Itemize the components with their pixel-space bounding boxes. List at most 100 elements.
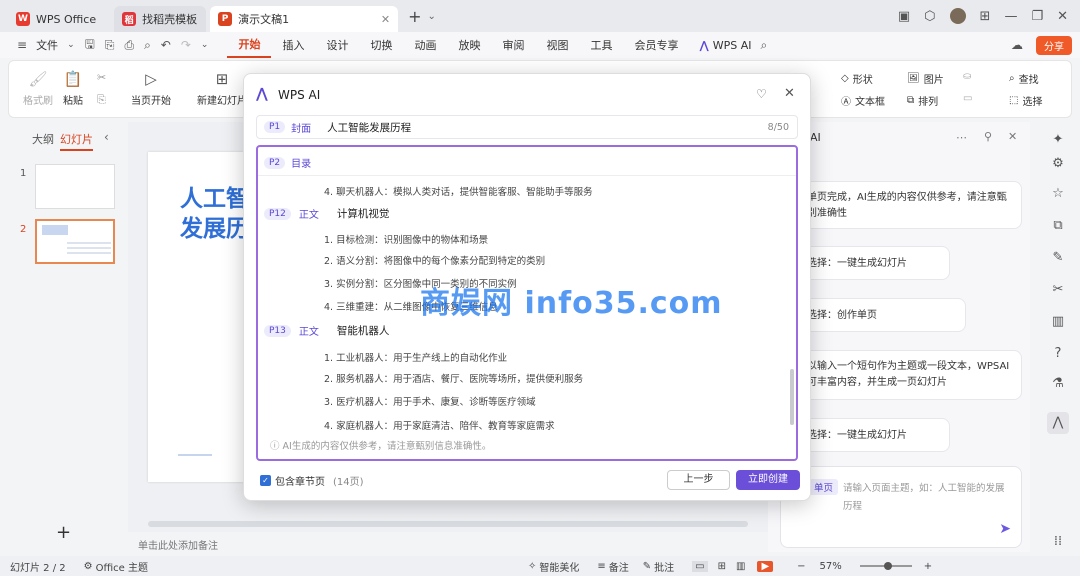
layout-icon[interactable]: ▣ — [898, 9, 910, 24]
zoom-slider[interactable] — [859, 562, 912, 570]
tab-template[interactable]: 稻 找稻壳模板 — [114, 6, 207, 32]
outline-item[interactable]: 2. 语义分割：将图像中的每个像素分配到特定的类别 — [324, 253, 545, 267]
arrange-button[interactable]: ⧉ 排列 — [907, 93, 938, 108]
close-panel-icon[interactable]: ✕ — [1008, 130, 1017, 143]
new-tab-button[interactable]: + — [408, 7, 421, 26]
menu-home[interactable]: 开始 — [227, 32, 272, 58]
format-painter-button[interactable]: 🖌 格式刷 — [23, 69, 53, 107]
ai-tool-icon[interactable]: ⋀ — [1047, 412, 1069, 434]
cover-title[interactable]: 人工智能发展历程 — [327, 120, 411, 135]
save-icon[interactable]: 🖫 — [80, 35, 100, 56]
new-slide-button[interactable]: ⊞ 新建幻灯片 — [197, 69, 247, 107]
outline-item[interactable]: 4. 家庭机器人：用于家庭清洁、陪伴、教育等家庭需求 — [324, 418, 555, 432]
cover-row[interactable]: P1 封面 人工智能发展历程 8/50 — [256, 115, 798, 139]
beautify-button[interactable]: 智能美化 — [539, 559, 579, 574]
slides-tab[interactable]: 幻灯片 — [60, 131, 93, 151]
cube-icon[interactable]: ⬡ — [924, 9, 935, 24]
cloud-icon[interactable]: ☁ — [1006, 38, 1028, 52]
add-slide-button[interactable]: + — [56, 522, 71, 543]
hamburger-icon[interactable]: ≡ — [12, 38, 32, 52]
outline-item[interactable]: 1. 工业机器人：用于生产线上的自动化作业 — [324, 350, 507, 364]
grid-icon[interactable]: ⊞ — [980, 9, 991, 24]
zoom-in-icon[interactable]: + — [924, 561, 932, 572]
close-tab-icon[interactable]: ✕ — [381, 13, 390, 26]
apps-icon[interactable]: ⁞⁞ — [1050, 534, 1066, 550]
vertical-scrollbar[interactable] — [790, 369, 794, 425]
chevron-down-icon[interactable]: ⌄ — [62, 40, 80, 50]
collapse-icon[interactable]: ‹ — [104, 130, 109, 144]
send-icon[interactable]: ➤ — [999, 521, 1011, 537]
outline-tab[interactable]: 大纲 — [32, 131, 54, 147]
normal-view-icon[interactable]: ▭ — [692, 560, 708, 572]
chevron-down-icon[interactable]: ⌄ — [196, 40, 214, 50]
notes-button[interactable]: 备注 — [609, 559, 629, 574]
fill-button[interactable]: ⛀ — [963, 71, 971, 82]
cut-icon[interactable]: ✂ — [97, 71, 106, 84]
outline-item[interactable]: 2. 服务机器人：用于酒店、餐厅、医院等场所，提供便利服务 — [324, 371, 583, 385]
outline-item[interactable]: 1. 目标检测：识别图像中的物体和场景 — [324, 232, 488, 246]
book-icon[interactable]: ▥ — [1050, 314, 1066, 330]
textbox-button[interactable]: Ⓐ 文本框 — [841, 93, 885, 108]
horizontal-scrollbar[interactable] — [148, 521, 748, 527]
undo-icon[interactable]: ↶ — [156, 38, 176, 52]
find-button[interactable]: ⌕ 查找 — [1009, 71, 1039, 86]
menu-transition[interactable]: 切换 — [359, 32, 403, 58]
menu-review[interactable]: 审阅 — [491, 32, 535, 58]
restore-icon[interactable]: ❐ — [1031, 9, 1043, 24]
redo-icon[interactable]: ↷ — [176, 38, 196, 52]
zoom-out-icon[interactable]: − — [797, 561, 805, 572]
menu-wps-ai[interactable]: WPS AI — [709, 32, 756, 58]
copy-icon[interactable]: ⧉ — [1050, 218, 1066, 234]
section-title[interactable]: 智能机器人 — [337, 323, 390, 338]
zoom-slider-handle[interactable] — [883, 562, 892, 570]
star-icon[interactable]: ☆ — [1050, 186, 1066, 202]
notes-area[interactable]: 单击此处添加备注 — [128, 532, 768, 556]
minimize-icon[interactable]: — — [1004, 9, 1017, 24]
shirt-icon[interactable]: ⚗ — [1050, 376, 1066, 392]
tools-icon[interactable]: ✂ — [1050, 282, 1066, 298]
play-button[interactable]: ▶ — [757, 560, 774, 572]
outline-button[interactable]: ▭ — [963, 93, 972, 104]
print-icon[interactable]: ⎙ — [119, 38, 139, 53]
menu-member[interactable]: 会员专享 — [623, 32, 689, 58]
more-icon[interactable]: ⋯ — [956, 131, 967, 144]
menu-file[interactable]: 文件 — [32, 32, 62, 58]
include-chapters-option[interactable]: ✓ 包含章节页 (14页) — [260, 473, 364, 488]
outline-item[interactable]: 3. 医疗机器人：用于手术、康复、诊断等医疗领域 — [324, 394, 536, 408]
ai-icon[interactable]: ✦ — [1050, 132, 1066, 148]
share-button[interactable]: 分享 — [1036, 35, 1072, 55]
design-icon[interactable]: ✎ — [1050, 250, 1066, 266]
tab-presentation[interactable]: P 演示文稿1 ✕ — [210, 6, 399, 32]
feedback-icon[interactable]: ♡ — [756, 87, 767, 101]
input-placeholder[interactable]: 请输入页面主题，如：人工智能的发展历程 — [843, 480, 1013, 516]
avatar[interactable] — [949, 8, 966, 24]
from-current-button[interactable]: ▷ 当页开始 — [131, 69, 171, 107]
search-icon[interactable]: ⌕ — [756, 38, 773, 53]
close-dialog-icon[interactable]: ✕ — [784, 86, 795, 101]
grid-view-icon[interactable]: ⊞ — [718, 561, 726, 572]
menu-slideshow[interactable]: 放映 — [447, 32, 491, 58]
reading-view-icon[interactable]: ▥ — [736, 561, 745, 572]
help-icon[interactable]: ? — [1050, 346, 1066, 362]
section-title[interactable]: 计算机视觉 — [337, 206, 390, 221]
picture-button[interactable]: 🖼 图片 — [907, 71, 944, 86]
export-icon[interactable]: ⎘ — [100, 38, 120, 53]
adjust-icon[interactable]: ⚙ — [1050, 156, 1066, 172]
outline-item[interactable]: 4. 聊天机器人：模拟人类对话，提供智能客服、智能助手等服务 — [324, 184, 593, 198]
close-window-icon[interactable]: ✕ — [1057, 9, 1068, 24]
paste-button[interactable]: 📋 粘贴 — [63, 69, 83, 107]
create-button[interactable]: 立即创建 — [736, 470, 800, 490]
menu-view[interactable]: 视图 — [535, 32, 579, 58]
menu-animation[interactable]: 动画 — [403, 32, 447, 58]
zoom-level[interactable]: 57% — [820, 561, 842, 572]
menu-insert[interactable]: 插入 — [271, 32, 315, 58]
slide-thumbnail-2[interactable] — [35, 219, 115, 264]
chevron-down-icon[interactable]: ⌄ — [428, 11, 436, 22]
menu-design[interactable]: 设计 — [315, 32, 359, 58]
comments-button[interactable]: 批注 — [654, 559, 674, 574]
slide-thumbnail-1[interactable] — [35, 164, 115, 209]
checkbox-checked-icon[interactable]: ✓ — [260, 475, 271, 486]
tab-wps-office[interactable]: W WPS Office — [8, 6, 104, 32]
copy-icon[interactable]: ⎘ — [97, 93, 106, 107]
ai-input-box[interactable]: 单页 请输入页面主题，如：人工智能的发展历程 ➤ — [780, 466, 1022, 548]
